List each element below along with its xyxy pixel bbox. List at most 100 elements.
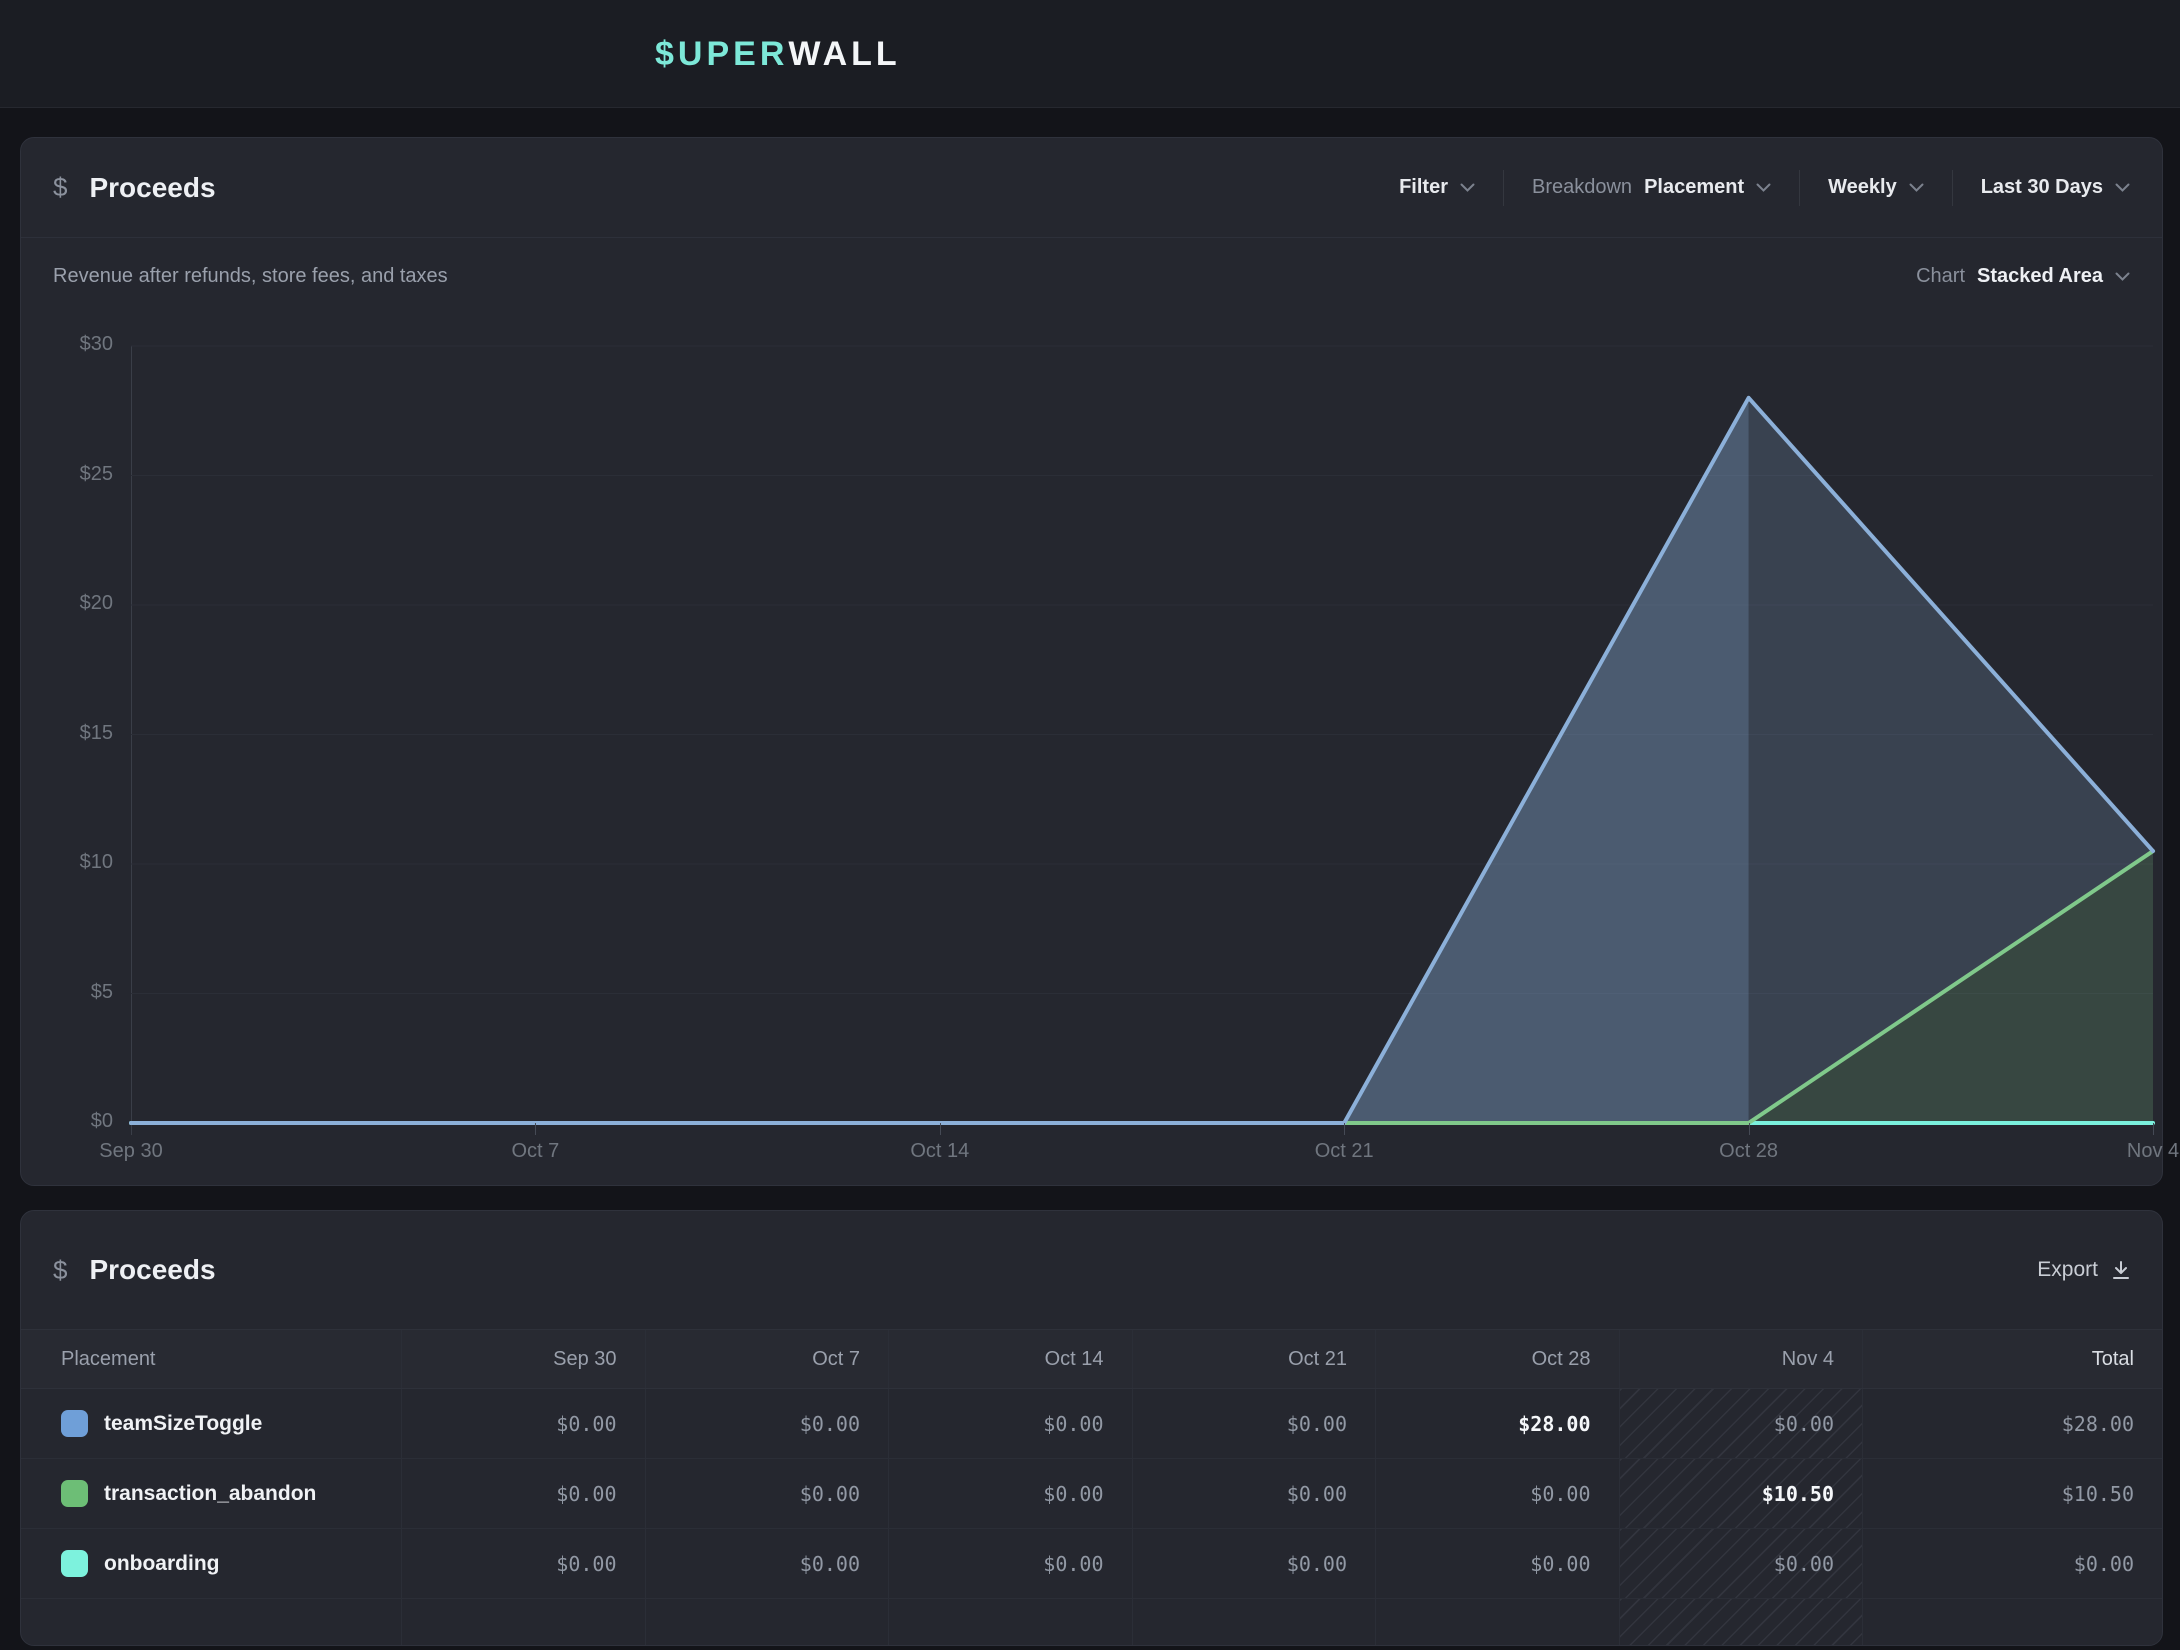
- x-tick-label: Oct 21: [1315, 1140, 1374, 1163]
- chart-card-title: Proceeds: [89, 172, 215, 204]
- value-cell-total: $10.50: [1862, 1459, 2162, 1528]
- area-fill-teamSizeToggle: [131, 398, 1749, 1123]
- date-range-value: Last 30 Days: [1981, 176, 2103, 199]
- chart-type-dropdown[interactable]: Chart Stacked Area: [1916, 265, 2130, 288]
- x-tick-mark: [2153, 1123, 2154, 1135]
- value-cell-oct-14: $0.00: [888, 1459, 1132, 1528]
- chevron-down-icon: [1909, 183, 1924, 192]
- footer-cell: [21, 1599, 401, 1646]
- value-cell-total: $28.00: [1862, 1389, 2162, 1458]
- breakdown-label: Breakdown: [1532, 176, 1632, 199]
- value-cell-oct-7: $0.00: [645, 1529, 889, 1598]
- table-row-onboarding: onboarding$0.00$0.00$0.00$0.00$0.00$0.00…: [21, 1529, 2162, 1599]
- value-cell-total: $0.00: [1862, 1529, 2162, 1598]
- logo-secondary-text: WALL: [788, 35, 900, 74]
- filter-label: Filter: [1399, 176, 1448, 199]
- placement-name: teamSizeToggle: [104, 1412, 262, 1436]
- x-tick-mark: [1749, 1123, 1750, 1135]
- table-row-teamsizetoggle: teamSizeToggle$0.00$0.00$0.00$0.00$28.00…: [21, 1389, 2162, 1459]
- value-cell-sep-30: $0.00: [401, 1389, 645, 1458]
- y-tick-label: $25: [21, 463, 113, 486]
- value-cell-oct-7: $0.00: [645, 1459, 889, 1528]
- series-color-swatch: [61, 1480, 88, 1507]
- value-cell-nov-4: $0.00: [1619, 1389, 1863, 1458]
- chevron-down-icon: [2115, 272, 2130, 281]
- table-footer-strip: [21, 1599, 2162, 1646]
- column-header-placement: Placement: [21, 1330, 401, 1388]
- x-tick-label: Oct 28: [1719, 1140, 1778, 1163]
- y-tick-label: $5: [21, 981, 113, 1004]
- period-dropdown[interactable]: Weekly: [1828, 176, 1924, 199]
- y-tick-label: $15: [21, 722, 113, 745]
- value-cell-oct-14: $0.00: [888, 1389, 1132, 1458]
- column-header-sep-30: Sep 30: [401, 1330, 645, 1388]
- chart-plot: [131, 346, 2153, 1123]
- table-header-row: PlacementSep 30Oct 7Oct 14Oct 21Oct 28No…: [21, 1329, 2162, 1389]
- table-body: teamSizeToggle$0.00$0.00$0.00$0.00$28.00…: [21, 1389, 2162, 1599]
- chart-toolbar: Filter Breakdown Placement Weekly Last 3…: [1399, 170, 2130, 206]
- table-card-title: Proceeds: [89, 1254, 215, 1286]
- y-tick-label: $0: [21, 1110, 113, 1133]
- placement-cell: transaction_abandon: [21, 1459, 401, 1528]
- footer-cell: [1132, 1599, 1376, 1646]
- y-tick-label: $10: [21, 851, 113, 874]
- export-label: Export: [2037, 1258, 2098, 1282]
- column-header-oct-21: Oct 21: [1132, 1330, 1376, 1388]
- x-tick-label: Nov 4: [2127, 1140, 2179, 1163]
- toolbar-divider: [1952, 170, 1953, 206]
- value-cell-nov-4: $0.00: [1619, 1529, 1863, 1598]
- value-cell-oct-21: $0.00: [1132, 1459, 1376, 1528]
- column-header-oct-28: Oct 28: [1375, 1330, 1619, 1388]
- chart-card-header: $ Proceeds Filter Breakdown Placement We…: [21, 138, 2162, 238]
- proceeds-chart-card: $ Proceeds Filter Breakdown Placement We…: [20, 137, 2163, 1186]
- x-tick-label: Oct 7: [511, 1140, 559, 1163]
- x-tick-mark: [535, 1123, 536, 1135]
- dollar-icon: $: [53, 172, 67, 203]
- proceeds-table-card: $ Proceeds Export PlacementSep 30Oct 7Oc…: [20, 1210, 2163, 1646]
- value-cell-oct-7: $0.00: [645, 1389, 889, 1458]
- column-header-oct-14: Oct 14: [888, 1330, 1132, 1388]
- chart-type-label: Chart: [1916, 265, 1965, 288]
- footer-cell: [1862, 1599, 2162, 1646]
- placement-cell: teamSizeToggle: [21, 1389, 401, 1458]
- date-range-dropdown[interactable]: Last 30 Days: [1981, 176, 2130, 199]
- footer-cell: [645, 1599, 889, 1646]
- period-value: Weekly: [1828, 176, 1897, 199]
- placement-name: transaction_abandon: [104, 1482, 316, 1506]
- footer-cell: [888, 1599, 1132, 1646]
- value-cell-nov-4: $10.50: [1619, 1459, 1863, 1528]
- column-header-total: Total: [1862, 1330, 2162, 1388]
- series-color-swatch: [61, 1550, 88, 1577]
- column-header-nov-4: Nov 4: [1619, 1330, 1863, 1388]
- y-tick-label: $30: [21, 333, 113, 356]
- superwall-logo[interactable]: $UPERWALL: [655, 0, 901, 108]
- x-tick-label: Sep 30: [99, 1140, 162, 1163]
- value-cell-oct-14: $0.00: [888, 1529, 1132, 1598]
- top-app-bar: $UPERWALL: [0, 0, 2180, 108]
- chart-type-value: Stacked Area: [1977, 265, 2103, 288]
- stacked-area-chart: $0$5$10$15$20$25$30 Sep 30Oct 7Oct 14Oct…: [21, 346, 2162, 1184]
- toolbar-divider: [1799, 170, 1800, 206]
- breakdown-value: Placement: [1644, 176, 1744, 199]
- chart-subheader: Revenue after refunds, store fees, and t…: [53, 256, 2130, 296]
- download-icon: [2112, 1261, 2130, 1280]
- footer-cell: [401, 1599, 645, 1646]
- filter-dropdown[interactable]: Filter: [1399, 176, 1475, 199]
- footer-cell: [1619, 1599, 1863, 1646]
- chevron-down-icon: [1756, 183, 1771, 192]
- footer-cell: [1375, 1599, 1619, 1646]
- chart-subtitle: Revenue after refunds, store fees, and t…: [53, 265, 448, 288]
- series-color-swatch: [61, 1410, 88, 1437]
- toolbar-divider: [1503, 170, 1504, 206]
- chevron-down-icon: [2115, 183, 2130, 192]
- placement-cell: onboarding: [21, 1529, 401, 1598]
- x-tick-mark: [940, 1123, 941, 1135]
- column-header-oct-7: Oct 7: [645, 1330, 889, 1388]
- export-button[interactable]: Export: [2037, 1258, 2130, 1282]
- breakdown-dropdown[interactable]: Breakdown Placement: [1532, 176, 1771, 199]
- chevron-down-icon: [1460, 183, 1475, 192]
- y-tick-label: $20: [21, 592, 113, 615]
- logo-primary-text: $UPER: [655, 35, 788, 74]
- placement-name: onboarding: [104, 1552, 219, 1576]
- value-cell-sep-30: $0.00: [401, 1459, 645, 1528]
